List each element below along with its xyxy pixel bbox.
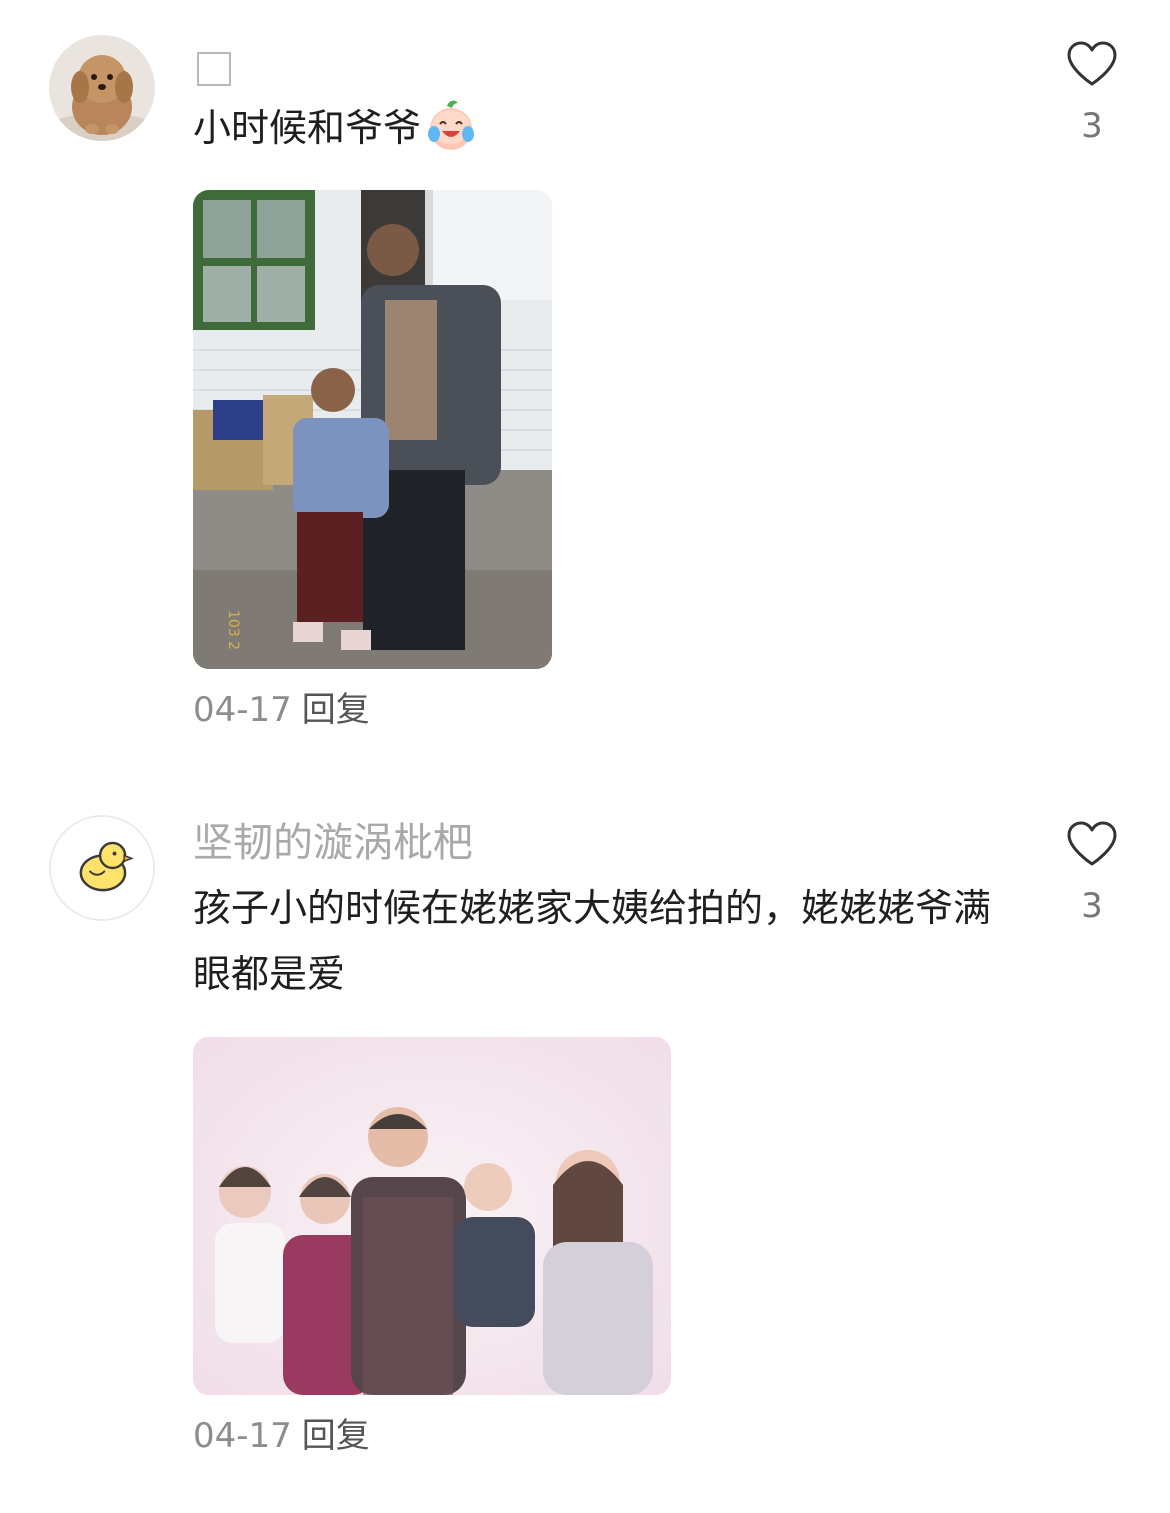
comment-text: 小时候和爷爷: [193, 95, 993, 161]
comment-meta: 04-17 回复: [193, 1416, 370, 1456]
comment-text: 孩子小的时候在姥姥家大姨给拍的，姥姥姥爷满眼都是爱: [193, 886, 992, 996]
family-group-image: [193, 1037, 671, 1395]
user-avatar[interactable]: [49, 815, 155, 921]
chick-avatar-image: [51, 817, 153, 919]
username-placeholder-box: [197, 52, 231, 86]
like-count: 3: [1081, 886, 1103, 926]
comment-photo[interactable]: 103 2: [193, 190, 552, 669]
like-button[interactable]: 3: [1060, 40, 1124, 146]
comment-text-content: 小时候和爷爷: [193, 106, 422, 150]
poodle-avatar-image: [49, 35, 155, 141]
reply-button[interactable]: 回复: [302, 1416, 370, 1456]
comment-meta: 04-17 回复: [193, 690, 370, 730]
like-button[interactable]: 3: [1060, 820, 1124, 926]
heart-outline-icon: [1067, 41, 1117, 86]
comment-photo[interactable]: [193, 1037, 671, 1395]
username[interactable]: 坚韧的漩涡枇杷: [193, 819, 473, 867]
crying-laughing-emoji-icon: [428, 100, 475, 150]
child-with-grandfather-image: 103 2: [193, 190, 552, 669]
user-avatar[interactable]: [49, 35, 155, 141]
comment-date: 04-17: [193, 690, 292, 730]
like-count: 3: [1081, 106, 1103, 146]
photo-date-stamp: 103 2: [225, 610, 241, 650]
comment-date: 04-17: [193, 1416, 292, 1456]
reply-button[interactable]: 回复: [302, 690, 370, 730]
heart-outline-icon: [1067, 821, 1117, 866]
